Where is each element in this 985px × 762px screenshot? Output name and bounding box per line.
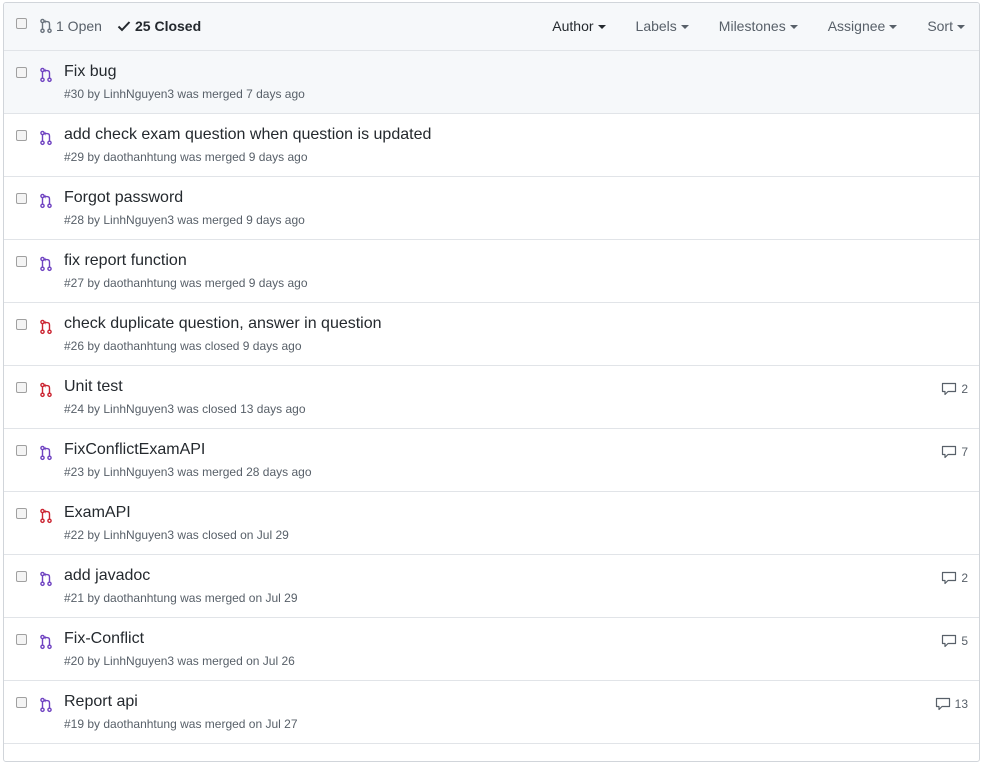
open-count-label: 1 Open <box>56 18 102 34</box>
chevron-down-icon <box>597 25 606 29</box>
pull-request-row: Fix bug #30 by LinhNguyen3 was merged 7 d… <box>4 51 979 114</box>
pull-request-meta: #22 by LinhNguyen3 was closed on Jul 29 <box>64 528 289 542</box>
pull-request-title-link[interactable]: fix report function <box>64 252 187 270</box>
closed-filter-link[interactable]: 25 Closed <box>117 18 201 34</box>
comments-link[interactable]: 5 <box>941 634 968 648</box>
merged-pull-request-icon <box>40 571 52 587</box>
merged-pull-request-icon <box>40 256 52 272</box>
merged-pull-request-icon <box>40 67 52 83</box>
pull-request-title-link[interactable]: Forgot password <box>64 189 183 207</box>
pull-request-meta: #28 by LinhNguyen3 was merged 9 days ago <box>64 213 305 227</box>
pull-request-title-link[interactable]: Unit test <box>64 378 123 396</box>
merged-pull-request-icon <box>40 634 52 650</box>
pull-request-row: Forgot password #28 by LinhNguyen3 was me… <box>4 177 979 240</box>
pull-request-meta: #23 by LinhNguyen3 was merged 28 days ag… <box>64 465 312 479</box>
comment-icon <box>942 634 957 648</box>
pull-request-row: FixConflictExamAPI #23 by LinhNguyen3 was… <box>4 429 979 492</box>
pull-request-row: Unit test #24 by LinhNguyen3 was closed 1… <box>4 366 979 429</box>
pull-request-title-link[interactable]: add javadoc <box>64 567 150 585</box>
sort-dropdown[interactable]: Sort <box>927 18 965 34</box>
pull-request-icon <box>40 18 52 34</box>
merged-pull-request-icon <box>40 445 52 461</box>
filter-label: Labels <box>635 18 677 34</box>
chevron-down-icon <box>957 25 965 29</box>
pull-request-row: add check exam question when question is… <box>4 114 979 177</box>
pull-request-list: 1 Open 25 Closed Author Labels Milestone… <box>3 2 980 762</box>
closed-pull-request-icon <box>40 382 52 398</box>
pull-request-meta: #21 by daothanhtung was merged on Jul 29 <box>64 591 298 605</box>
open-filter-link[interactable]: 1 Open <box>40 18 102 34</box>
pull-request-meta: #26 by daothanhtung was closed 9 days ag… <box>64 339 302 353</box>
row-checkbox[interactable] <box>16 382 27 393</box>
comment-count: 2 <box>961 382 968 396</box>
row-checkbox[interactable] <box>16 319 27 330</box>
merged-pull-request-icon <box>40 130 52 146</box>
closed-pull-request-icon <box>40 319 52 335</box>
row-checkbox[interactable] <box>16 67 27 78</box>
chevron-down-icon <box>680 25 689 29</box>
milestones-filter-dropdown[interactable]: Milestones <box>719 18 798 34</box>
filter-label: Milestones <box>718 18 786 34</box>
comments-link[interactable]: 2 <box>941 571 968 585</box>
row-checkbox[interactable] <box>16 193 27 204</box>
filter-bar: Author Labels Milestones Assignee Sort <box>552 18 965 34</box>
check-icon <box>117 21 131 32</box>
row-checkbox[interactable] <box>16 697 27 708</box>
pull-request-meta: #27 by daothanhtung was merged 9 days ag… <box>64 276 308 290</box>
author-filter-dropdown[interactable]: Author <box>552 18 606 34</box>
comment-count: 13 <box>954 697 968 711</box>
row-checkbox[interactable] <box>16 634 27 645</box>
pull-request-title-link[interactable]: ExamAPI <box>64 504 131 522</box>
filter-label: Assignee <box>827 18 886 34</box>
row-checkbox[interactable] <box>16 130 27 141</box>
pull-request-row: add javadoc #21 by daothanhtung was merge… <box>4 555 979 618</box>
pull-request-row: Fix-Conflict #20 by LinhNguyen3 was merge… <box>4 618 979 681</box>
comment-icon <box>942 445 957 459</box>
row-checkbox[interactable] <box>16 256 27 267</box>
pull-request-meta: #24 by LinhNguyen3 was closed 13 days ag… <box>64 402 306 416</box>
comment-icon <box>942 571 957 585</box>
merged-pull-request-icon <box>40 193 52 209</box>
pull-request-row: Report api #19 by daothanhtung was merged… <box>4 681 979 744</box>
list-header: 1 Open 25 Closed Author Labels Milestone… <box>4 3 979 51</box>
select-all-checkbox[interactable] <box>16 18 27 29</box>
pull-request-title-link[interactable]: check duplicate question, answer in ques… <box>64 315 382 333</box>
closed-pull-request-icon <box>40 508 52 524</box>
chevron-down-icon <box>789 25 798 29</box>
labels-filter-dropdown[interactable]: Labels <box>636 18 689 34</box>
pull-request-title-link[interactable]: Fix bug <box>64 63 116 81</box>
assignee-filter-dropdown[interactable]: Assignee <box>828 18 898 34</box>
closed-count-label: 25 Closed <box>135 18 202 34</box>
comments-link[interactable]: 7 <box>941 445 968 459</box>
pull-request-meta: #30 by LinhNguyen3 was merged 7 days ago <box>64 87 305 101</box>
pull-request-title-link[interactable]: add check exam question when question is… <box>64 126 431 144</box>
pull-request-title-link[interactable]: FixConflictExamAPI <box>64 441 205 459</box>
chevron-down-icon <box>889 25 898 29</box>
pull-request-row: fix report function #27 by daothanhtung w… <box>4 240 979 303</box>
row-checkbox[interactable] <box>16 508 27 519</box>
pull-request-title-link[interactable]: Report api <box>64 693 138 711</box>
comment-count: 5 <box>961 634 968 648</box>
pull-request-row: ExamAPI #22 by LinhNguyen3 was closed on … <box>4 492 979 555</box>
comment-count: 7 <box>961 445 968 459</box>
comments-link[interactable]: 2 <box>941 382 968 396</box>
row-checkbox[interactable] <box>16 445 27 456</box>
comment-icon <box>935 697 950 711</box>
pull-request-rows: Fix bug #30 by LinhNguyen3 was merged 7 d… <box>4 51 979 744</box>
pull-request-meta: #19 by daothanhtung was merged on Jul 27 <box>64 717 298 731</box>
comment-count: 2 <box>961 571 968 585</box>
row-checkbox[interactable] <box>16 571 27 582</box>
filter-label: Sort <box>927 18 953 34</box>
filter-label: Author <box>552 18 594 34</box>
pull-request-meta: #29 by daothanhtung was merged 9 days ag… <box>64 150 308 164</box>
pull-request-title-link[interactable]: Fix-Conflict <box>64 630 144 648</box>
comments-link[interactable]: 13 <box>935 697 968 711</box>
merged-pull-request-icon <box>40 697 52 713</box>
comment-icon <box>942 382 957 396</box>
pull-request-row: check duplicate question, answer in ques… <box>4 303 979 366</box>
pull-request-meta: #20 by LinhNguyen3 was merged on Jul 26 <box>64 654 295 668</box>
